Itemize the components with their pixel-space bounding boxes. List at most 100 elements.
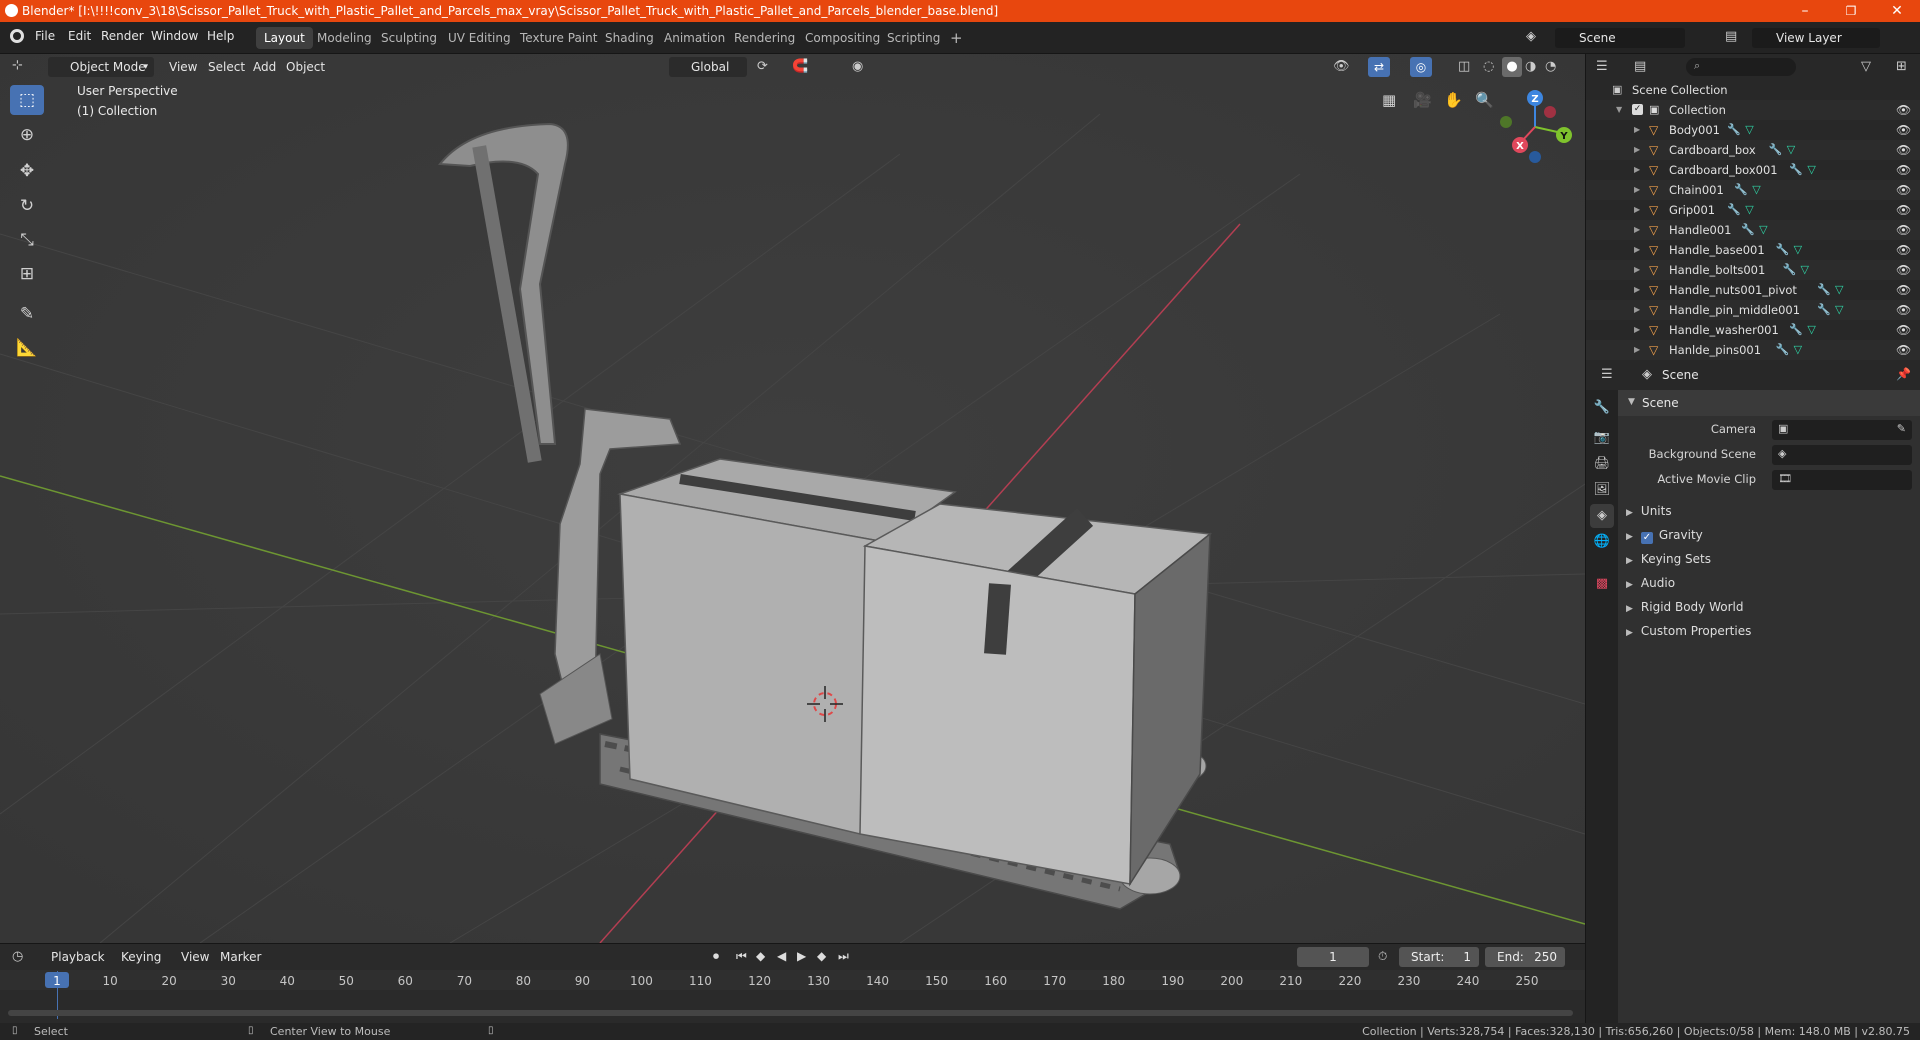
mesh-data-icon[interactable]: ▽ <box>1794 340 1802 360</box>
end-frame-field[interactable]: End: 250 <box>1485 947 1565 967</box>
audio-panel[interactable]: ▶ Audio <box>1626 576 1675 590</box>
outliner-object-row[interactable]: ▶ ▽ Handle001 🔧 ▽ 👁 <box>1586 220 1920 240</box>
play-icon[interactable]: ▶ <box>797 949 806 963</box>
menu-render[interactable]: Render <box>101 29 144 43</box>
eye-icon[interactable]: 👁 <box>1896 220 1911 240</box>
cursor-tool-icon[interactable]: ⊕ <box>10 120 44 150</box>
background-scene-field[interactable]: ◈ <box>1772 445 1912 465</box>
modifier-wrench-icon[interactable]: 🔧 <box>1734 180 1748 200</box>
eye-icon[interactable]: 👁 <box>1896 240 1911 260</box>
3d-viewport[interactable]: Z Y X User Perspective (1) Collection ▦ … <box>0 54 1585 943</box>
tab-layout[interactable]: Layout <box>256 27 313 49</box>
active-movie-clip-field[interactable]: 🎞 <box>1772 470 1912 490</box>
expand-triangle-icon[interactable]: ▶ <box>1634 220 1640 240</box>
material-shading-icon[interactable]: ◑ <box>1525 59 1536 74</box>
pan-hand-icon[interactable]: ✋ <box>1444 91 1463 109</box>
mesh-data-icon[interactable]: ▽ <box>1807 160 1815 180</box>
eye-icon[interactable]: 👁 <box>1896 260 1911 280</box>
tab-sculpting[interactable]: Sculpting <box>373 27 445 49</box>
menu-file[interactable]: File <box>35 29 55 43</box>
tab-rendering[interactable]: Rendering <box>726 27 803 49</box>
expand-triangle-icon[interactable]: ▶ <box>1634 280 1640 300</box>
eye-icon[interactable]: 👁 <box>1896 120 1911 140</box>
wireframe-shading-icon[interactable]: ◌ <box>1483 59 1494 74</box>
ortho-toggle-icon[interactable]: ▦ <box>1382 91 1396 109</box>
maximize-button[interactable]: ❐ <box>1828 0 1874 22</box>
add-menu[interactable]: Add <box>247 57 282 77</box>
outliner-object-row[interactable]: ▶ ▽ Handle_base001 🔧 ▽ 👁 <box>1586 240 1920 260</box>
object-menu[interactable]: Object <box>280 57 331 77</box>
rotate-tool-icon[interactable]: ↻ <box>10 191 44 221</box>
annotate-tool-icon[interactable]: ✎ <box>10 299 44 329</box>
eyedropper-icon[interactable]: ✎ <box>1897 422 1906 435</box>
filter-icon[interactable]: ▽ <box>1861 59 1871 74</box>
overlay-toggle-icon[interactable]: ◎ <box>1410 57 1432 77</box>
modifier-wrench-icon[interactable]: 🔧 <box>1783 260 1797 280</box>
scene-browse-icon[interactable]: ◈ <box>1526 29 1536 44</box>
timeline-view-menu[interactable]: View <box>175 947 215 967</box>
mesh-data-icon[interactable]: ▽ <box>1835 280 1843 300</box>
scale-tool-icon[interactable]: ⤡ <box>10 225 44 255</box>
measure-tool-icon[interactable]: 📐 <box>10 333 44 363</box>
outliner-object-row[interactable]: ▶ ▽ Handle_pin_middle001 🔧 ▽ 👁 <box>1586 300 1920 320</box>
outliner-object-row[interactable]: ▶ ▽ Hanlde_pins001 🔧 ▽ 👁 <box>1586 340 1920 360</box>
blender-menu-icon[interactable] <box>10 29 24 43</box>
outliner-object-row[interactable]: ▶ ▽ Handle_bolts001 🔧 ▽ 👁 <box>1586 260 1920 280</box>
outliner-search-input[interactable]: ⌕ <box>1686 58 1796 76</box>
camera-field[interactable]: ▣ ✎ <box>1772 420 1912 440</box>
marker-menu[interactable]: Marker <box>214 947 267 967</box>
move-tool-icon[interactable]: ✥ <box>10 156 44 186</box>
play-reverse-icon[interactable]: ◀ <box>777 949 786 963</box>
eye-icon[interactable]: 👁 <box>1896 280 1911 300</box>
view-layer-field[interactable]: View Layer <box>1752 28 1880 48</box>
eye-icon[interactable]: 👁 <box>1896 100 1911 120</box>
expand-triangle-icon[interactable]: ▶ <box>1634 260 1640 280</box>
eye-icon[interactable]: 👁 <box>1896 180 1911 200</box>
eye-icon[interactable]: 👁 <box>1896 160 1911 180</box>
timeline-scrollbar[interactable] <box>8 1010 1573 1016</box>
tab-shading[interactable]: Shading <box>597 27 662 49</box>
outliner-object-row[interactable]: ▶ ▽ Cardboard_box001 🔧 ▽ 👁 <box>1586 160 1920 180</box>
object-mode-dropdown[interactable]: Object Mode ▾ <box>48 57 154 77</box>
visibility-icon[interactable]: 👁 <box>1333 59 1350 74</box>
jump-start-icon[interactable]: ⏮ <box>736 949 747 964</box>
snap-icon[interactable]: 🧲 <box>792 59 808 74</box>
world-tab-icon[interactable]: 🌐 <box>1590 530 1614 554</box>
custom-properties-panel[interactable]: ▶ Custom Properties <box>1626 624 1751 638</box>
solid-shading-icon[interactable]: ● <box>1502 57 1522 77</box>
eye-icon[interactable]: 👁 <box>1896 300 1911 320</box>
outliner-object-row[interactable]: ▶ ▽ Chain001 🔧 ▽ 👁 <box>1586 180 1920 200</box>
modifier-wrench-icon[interactable]: 🔧 <box>1741 220 1755 240</box>
menu-edit[interactable]: Edit <box>68 29 91 43</box>
outliner-object-row[interactable]: ▶ ▽ Handle_washer001 🔧 ▽ 👁 <box>1586 320 1920 340</box>
eye-icon[interactable]: 👁 <box>1896 340 1911 360</box>
eye-icon[interactable]: 👁 <box>1896 140 1911 160</box>
eye-icon[interactable]: 👁 <box>1896 320 1911 340</box>
menu-window[interactable]: Window <box>151 29 198 43</box>
modifier-wrench-icon[interactable]: 🔧 <box>1727 200 1741 220</box>
outliner-object-row[interactable]: ▶ ▽ Handle_nuts001_pivot 🔧 ▽ 👁 <box>1586 280 1920 300</box>
expand-triangle-icon[interactable]: ▶ <box>1634 340 1640 360</box>
modifier-wrench-icon[interactable]: 🔧 <box>1776 340 1790 360</box>
units-panel[interactable]: ▶ Units <box>1626 504 1672 518</box>
tab-compositing[interactable]: Compositing <box>797 27 888 49</box>
expand-triangle-icon[interactable]: ▶ <box>1634 140 1640 160</box>
timeline-editor-icon[interactable]: ◷ <box>12 949 23 964</box>
render-tab-icon[interactable]: 📷 <box>1590 426 1614 450</box>
transform-orientation-dropdown[interactable]: Global <box>669 57 747 77</box>
next-keyframe-icon[interactable]: ◆ <box>817 949 826 963</box>
tab-uv-editing[interactable]: UV Editing <box>440 27 519 49</box>
expand-triangle-icon[interactable]: ▶ <box>1634 160 1640 180</box>
mesh-data-icon[interactable]: ▽ <box>1801 260 1809 280</box>
outliner-collection[interactable]: ▼ ✓ ▣ Collection 👁 <box>1586 100 1920 120</box>
scene-field[interactable]: Scene <box>1555 28 1685 48</box>
close-button[interactable]: ✕ <box>1874 0 1920 22</box>
texture-tab-icon[interactable]: ▩ <box>1590 572 1614 596</box>
select-box-tool-icon[interactable]: ⬚ <box>10 85 44 115</box>
modifier-wrench-icon[interactable]: 🔧 <box>1776 240 1790 260</box>
pivot-icon[interactable]: ⟳ <box>757 59 768 74</box>
expand-triangle-icon[interactable]: ▶ <box>1634 180 1640 200</box>
rendered-shading-icon[interactable]: ◔ <box>1545 59 1556 74</box>
modifier-wrench-icon[interactable]: 🔧 <box>1769 140 1783 160</box>
expand-triangle-icon[interactable]: ▶ <box>1634 320 1640 340</box>
